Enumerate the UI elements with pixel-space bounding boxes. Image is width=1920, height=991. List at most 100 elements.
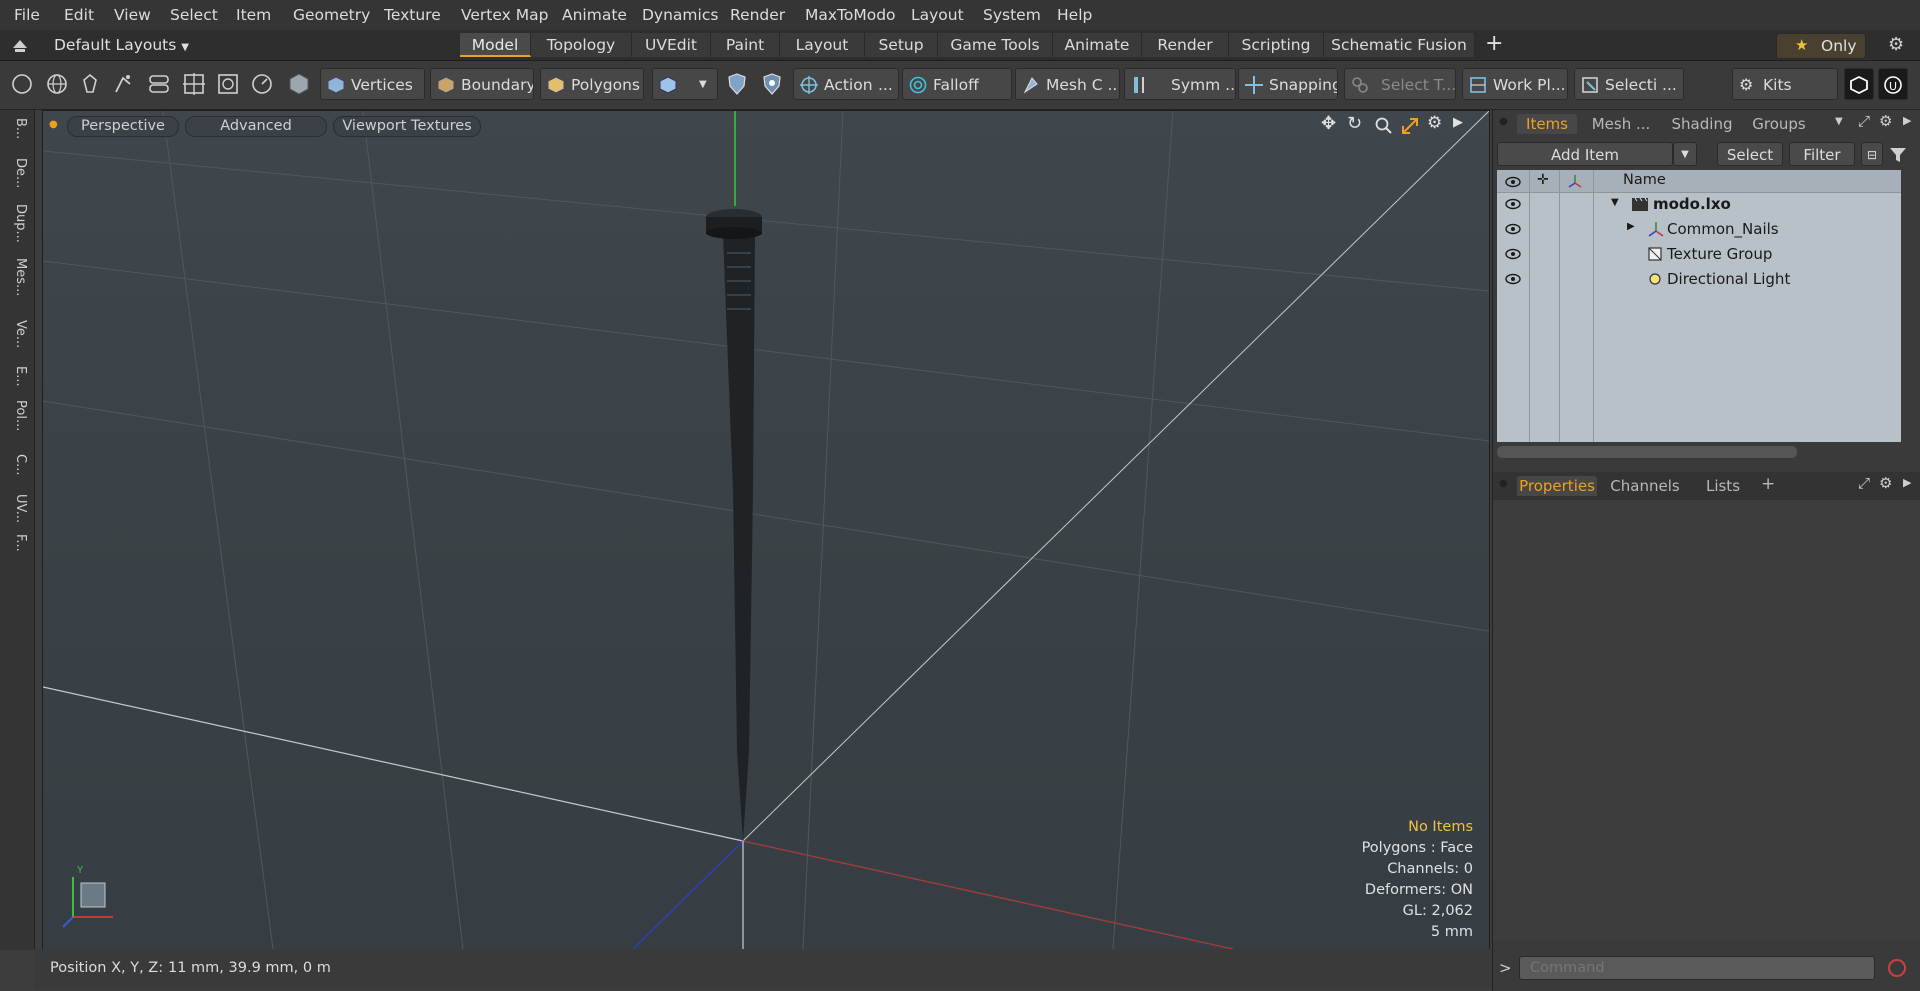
menu-dynamics[interactable]: Dynamics bbox=[642, 6, 718, 24]
tab-mesh[interactable]: Mesh ... bbox=[1583, 114, 1659, 134]
falloff-button[interactable]: Falloff bbox=[902, 68, 1012, 100]
element-select-icon[interactable] bbox=[216, 72, 240, 96]
menu-vertex-map[interactable]: Vertex Map bbox=[461, 6, 548, 24]
unity-button[interactable] bbox=[1844, 68, 1874, 100]
only-toggle[interactable]: ★ Only bbox=[1776, 33, 1866, 59]
menu-layout[interactable]: Layout bbox=[911, 6, 964, 24]
tab-animate[interactable]: Animate bbox=[1053, 33, 1142, 57]
3d-viewport[interactable]: Y ● Perspective Advanced Viewport Textur… bbox=[42, 110, 1490, 950]
panel-gear-icon[interactable]: ⚙ bbox=[1879, 112, 1892, 130]
shield-check-icon[interactable] bbox=[760, 72, 784, 96]
symmetry-button[interactable]: Symm ... bbox=[1124, 68, 1236, 100]
tab-model[interactable]: Model bbox=[460, 33, 531, 57]
selection-sets-button[interactable]: Selecti ... bbox=[1574, 68, 1684, 100]
tab-setup[interactable]: Setup bbox=[865, 33, 938, 57]
menu-maxtomodo[interactable]: MaxToModo bbox=[805, 6, 896, 24]
panel-expand-icon[interactable]: ⤢ bbox=[1858, 474, 1870, 492]
tabs-dropdown-icon[interactable]: ▼ bbox=[1835, 116, 1843, 127]
zoom-view-icon[interactable] bbox=[1375, 117, 1393, 135]
panel-gear-icon[interactable]: ⚙ bbox=[1879, 474, 1892, 492]
add-panel-tab-button[interactable]: + bbox=[1761, 474, 1775, 494]
expand-arrow-icon[interactable]: ▶ bbox=[1627, 221, 1635, 232]
unreal-button[interactable]: U bbox=[1878, 68, 1908, 100]
shield-icon[interactable] bbox=[725, 72, 749, 96]
tab-items[interactable]: Items bbox=[1517, 114, 1577, 134]
panel-expand-icon[interactable]: ⤢ bbox=[1858, 112, 1870, 130]
tab-topology[interactable]: Topology bbox=[531, 33, 632, 57]
menu-geometry[interactable]: Geometry bbox=[293, 6, 370, 24]
viewport-settings-gear-icon[interactable]: ⚙ bbox=[1427, 113, 1442, 133]
loop-select-icon[interactable] bbox=[147, 72, 171, 96]
item-row-scene[interactable]: ▼ modo.lxo bbox=[1497, 192, 1901, 217]
panel-arrow-icon[interactable]: ▶ bbox=[1903, 476, 1911, 489]
advanced-button[interactable]: Advanced bbox=[185, 116, 327, 137]
menu-file[interactable]: File bbox=[14, 6, 40, 24]
rotate-view-icon[interactable]: ↻ bbox=[1347, 113, 1362, 134]
tab-layout[interactable]: Layout bbox=[780, 33, 865, 57]
left-tab-vertex[interactable]: Ve... bbox=[6, 320, 28, 348]
item-list[interactable]: ✛ Name ▼ modo.lxo ▶ Common_Nails Texture… bbox=[1497, 170, 1901, 442]
filter-button[interactable]: Filter bbox=[1789, 142, 1855, 166]
command-input[interactable] bbox=[1519, 956, 1875, 980]
add-item-button[interactable]: Add Item bbox=[1497, 142, 1673, 166]
left-tab-basic[interactable]: B... bbox=[6, 118, 28, 139]
left-tab-uv[interactable]: UV... bbox=[6, 494, 28, 523]
menu-select[interactable]: Select bbox=[170, 6, 218, 24]
menu-system[interactable]: System bbox=[983, 6, 1041, 24]
expand-arrow-icon[interactable]: ▼ bbox=[1611, 197, 1619, 208]
tab-uvedit[interactable]: UVEdit bbox=[632, 33, 711, 57]
left-tab-fusion[interactable]: F... bbox=[6, 534, 28, 552]
work-plane-button[interactable]: Work Pl... bbox=[1462, 68, 1568, 100]
tab-groups[interactable]: Groups bbox=[1745, 114, 1813, 134]
tab-channels[interactable]: Channels bbox=[1605, 476, 1685, 496]
left-tab-deform[interactable]: De... bbox=[6, 158, 28, 188]
grid-select-icon[interactable] bbox=[182, 72, 206, 96]
tab-paint[interactable]: Paint bbox=[711, 33, 780, 57]
tab-render[interactable]: Render bbox=[1142, 33, 1229, 57]
menu-animate[interactable]: Animate bbox=[562, 6, 627, 24]
tab-properties[interactable]: Properties bbox=[1517, 476, 1597, 496]
menu-item[interactable]: Item bbox=[236, 6, 271, 24]
item-row-directional-light[interactable]: Directional Light bbox=[1497, 267, 1901, 292]
record-icon[interactable] bbox=[1885, 956, 1909, 980]
move-view-icon[interactable]: ✥ bbox=[1321, 113, 1336, 134]
maximize-view-icon[interactable] bbox=[1401, 117, 1419, 135]
collapse-arrow-icon[interactable] bbox=[12, 39, 28, 53]
select-through-button[interactable]: Select T... bbox=[1344, 68, 1456, 100]
left-tab-duplicate[interactable]: Dup... bbox=[6, 204, 28, 243]
item-mode-icon[interactable] bbox=[287, 72, 311, 96]
tab-game-tools[interactable]: Game Tools bbox=[938, 33, 1053, 57]
funnel-filter-icon[interactable] bbox=[1889, 146, 1907, 164]
circle-select-icon[interactable] bbox=[10, 72, 34, 96]
nail-model[interactable] bbox=[706, 209, 762, 841]
menu-edit[interactable]: Edit bbox=[64, 6, 94, 24]
left-tab-edge[interactable]: E... bbox=[6, 366, 28, 387]
menu-render[interactable]: Render bbox=[730, 6, 785, 24]
left-tab-curve[interactable]: C... bbox=[6, 454, 28, 475]
menu-texture[interactable]: Texture bbox=[384, 6, 441, 24]
clock-select-icon[interactable] bbox=[250, 72, 274, 96]
item-row-common-nails[interactable]: ▶ Common_Nails bbox=[1497, 217, 1901, 242]
polygons-button[interactable]: Polygons bbox=[540, 68, 644, 100]
viewport-expand-arrow-icon[interactable]: ▶ bbox=[1453, 115, 1463, 130]
add-tab-button[interactable]: + bbox=[1485, 31, 1503, 56]
panel-dot-icon[interactable]: ● bbox=[1499, 116, 1508, 127]
layout-preset-dropdown[interactable]: Default Layouts ▼ bbox=[54, 36, 189, 54]
visibility-eye-icon[interactable] bbox=[1505, 273, 1521, 285]
tab-shading[interactable]: Shading bbox=[1665, 114, 1739, 134]
item-row-texture-group[interactable]: Texture Group bbox=[1497, 242, 1901, 267]
action-center-button[interactable]: Action ... bbox=[793, 68, 899, 100]
left-tab-polygon[interactable]: Pol... bbox=[6, 400, 28, 431]
perspective-button[interactable]: Perspective bbox=[67, 116, 179, 137]
visibility-eye-icon[interactable] bbox=[1505, 248, 1521, 260]
tab-scripting[interactable]: Scripting bbox=[1229, 33, 1324, 57]
paint-select-icon[interactable] bbox=[111, 72, 135, 96]
left-tab-mesh-edit[interactable]: Mes... bbox=[6, 258, 28, 296]
mesh-constraint-button[interactable]: Mesh C ... bbox=[1015, 68, 1120, 100]
select-button[interactable]: Select bbox=[1717, 142, 1783, 166]
panel-arrow-icon[interactable]: ▶ bbox=[1903, 114, 1911, 127]
tab-lists[interactable]: Lists bbox=[1693, 476, 1753, 496]
add-item-dropdown[interactable]: ▼ bbox=[1673, 142, 1697, 166]
mesh-mode-dropdown[interactable]: ▼ bbox=[652, 68, 718, 100]
vertices-button[interactable]: Vertices bbox=[320, 68, 425, 100]
